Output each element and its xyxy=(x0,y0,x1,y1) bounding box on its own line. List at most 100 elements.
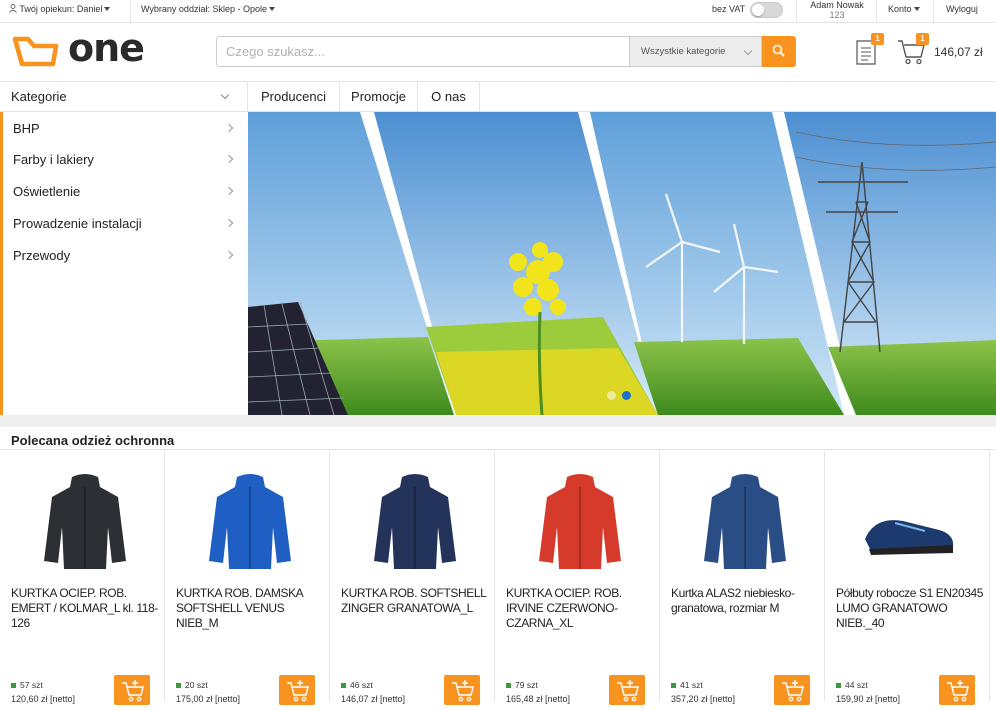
product-card[interactable]: KURTKA OCIEP. ROB. IRVINE CZERWONO-CZARN… xyxy=(495,451,660,705)
user-icon xyxy=(9,4,17,13)
product-image xyxy=(539,474,621,569)
caret-down-icon xyxy=(268,7,275,11)
logo-mark-icon xyxy=(12,36,59,67)
product-card[interactable]: KURTKA OCIEP. ROB. EMERT / KOLMAR_L kl. … xyxy=(0,451,165,705)
stock-indicator-icon xyxy=(671,683,676,688)
divider xyxy=(876,0,877,22)
product-image xyxy=(44,474,126,569)
product-name[interactable]: Półbuty robocze S1 EN20345 LUMO GRANATOW… xyxy=(836,586,984,631)
product-image xyxy=(704,474,786,569)
product-card[interactable]: KURTKA ROB. DAMSKA SOFTSHELL VENUS NIEB_… xyxy=(165,451,330,705)
sidebar-item-lighting[interactable]: Oświetlenie xyxy=(13,176,238,208)
product-name[interactable]: KURTKA OCIEP. ROB. IRVINE CZERWONO-CZARN… xyxy=(506,586,654,631)
nav-link-producers[interactable]: Producenci xyxy=(248,82,340,112)
caret-down-icon xyxy=(104,7,111,11)
stock-indicator-icon xyxy=(11,683,16,688)
product-price: 175,00 zł [netto] xyxy=(176,694,241,704)
nav-link-about[interactable]: O nas xyxy=(418,82,480,112)
chevron-down-icon xyxy=(220,90,230,100)
product-image xyxy=(865,520,954,555)
divider xyxy=(796,0,797,22)
stock-status: 79 szt xyxy=(506,680,538,690)
top-bar: Twój opiekun: Daniel Wybrany oddział: Sk… xyxy=(0,0,996,23)
vat-toggle[interactable] xyxy=(750,2,783,18)
documents-badge: 1 xyxy=(871,33,884,45)
search-input[interactable] xyxy=(216,36,630,67)
caretaker-label: Twój opiekun: Daniel xyxy=(19,4,103,14)
sidebar-item-installations[interactable]: Prowadzenie instalacji xyxy=(13,208,238,240)
sidebar-item-paints[interactable]: Farby i lakiery xyxy=(13,144,238,176)
carousel-dot-active[interactable] xyxy=(622,391,631,400)
carousel-dot[interactable] xyxy=(607,391,616,400)
user-name: Adam Nowak xyxy=(810,0,864,10)
logo-text: one xyxy=(68,26,145,70)
stock-quantity: 20 szt xyxy=(185,680,208,690)
chevron-right-icon xyxy=(224,123,234,133)
caret-down-icon xyxy=(913,7,920,11)
branch-dropdown[interactable]: Wybrany oddział: Sklep - Opole xyxy=(141,0,275,22)
documents-button[interactable]: 1 xyxy=(855,33,885,68)
categories-label: Kategorie xyxy=(11,89,67,104)
search-bar: Wszystkie kategorie xyxy=(216,36,796,67)
search-category-select[interactable]: Wszystkie kategorie xyxy=(629,36,762,67)
product-name[interactable]: KURTKA OCIEP. ROB. EMERT / KOLMAR_L kl. … xyxy=(11,586,159,631)
search-icon xyxy=(772,44,785,57)
stock-indicator-icon xyxy=(176,683,181,688)
product-card[interactable]: Kurtka ALAS2 niebiesko-granatowa, rozmia… xyxy=(660,451,825,705)
chevron-right-icon xyxy=(224,154,234,164)
stock-status: 20 szt xyxy=(176,680,208,690)
product-image xyxy=(209,474,291,569)
branch-label: Wybrany oddział: Sklep - Opole xyxy=(141,4,267,14)
hero-banner[interactable] xyxy=(248,112,996,415)
divider xyxy=(130,0,131,22)
energy-banner-image xyxy=(248,112,996,415)
sidebar-item-label: Przewody xyxy=(13,248,71,263)
section-divider xyxy=(0,415,996,427)
logo[interactable]: one xyxy=(12,26,152,70)
stock-quantity: 57 szt xyxy=(20,680,43,690)
sidebar-item-label: Prowadzenie instalacji xyxy=(13,216,142,231)
stock-status: 46 szt xyxy=(341,680,373,690)
stock-status: 57 szt xyxy=(11,680,43,690)
stock-quantity: 46 szt xyxy=(350,680,373,690)
divider xyxy=(933,0,934,22)
search-button[interactable] xyxy=(762,36,796,67)
main-nav: Kategorie Producenci Promocje O nas xyxy=(0,81,996,112)
search-category-label: Wszystkie kategorie xyxy=(641,46,726,57)
user-info[interactable]: Adam Nowak 123 xyxy=(798,0,876,22)
product-price: 159,90 zł [netto] xyxy=(836,694,901,704)
sidebar-item-label: Farby i lakiery xyxy=(13,152,94,167)
stock-status: 41 szt xyxy=(671,680,703,690)
chevron-right-icon xyxy=(224,250,234,260)
product-price: 120,60 zł [netto] xyxy=(11,694,76,704)
category-sidebar: BHP Farby i lakiery Oświetlenie Prowadze… xyxy=(0,112,248,415)
chevron-right-icon xyxy=(224,218,234,228)
sidebar-item-label: BHP xyxy=(13,121,40,136)
stock-indicator-icon xyxy=(506,683,511,688)
nav-link-promotions[interactable]: Promocje xyxy=(340,82,418,112)
product-card[interactable]: KURTKA ROB. SOFTSHELL ZINGER GRANATOWA_L… xyxy=(330,451,495,705)
user-id: 123 xyxy=(829,10,845,20)
caretaker-dropdown[interactable]: Twój opiekun: Daniel xyxy=(9,0,111,22)
product-card[interactable]: Półbuty robocze S1 EN20345 LUMO GRANATOW… xyxy=(825,451,990,705)
account-dropdown[interactable]: Konto xyxy=(888,0,920,22)
product-price: 357,20 zł [netto] xyxy=(671,694,736,704)
featured-section-title: Polecana odzież ochronna xyxy=(0,427,996,450)
stock-quantity: 41 szt xyxy=(680,680,703,690)
cart-total[interactable]: 146,07 zł xyxy=(934,45,983,59)
logout-link[interactable]: Wyloguj xyxy=(946,0,978,22)
sidebar-item-cables[interactable]: Przewody xyxy=(13,240,238,272)
stock-quantity: 44 szt xyxy=(845,680,868,690)
stock-quantity: 79 szt xyxy=(515,680,538,690)
product-name[interactable]: Kurtka ALAS2 niebiesko-granatowa, rozmia… xyxy=(671,586,819,616)
categories-dropdown[interactable]: Kategorie xyxy=(0,82,248,112)
toggle-knob xyxy=(752,4,764,16)
product-name[interactable]: KURTKA ROB. SOFTSHELL ZINGER GRANATOWA_L xyxy=(341,586,489,616)
product-image xyxy=(374,474,456,569)
product-price: 165,48 zł [netto] xyxy=(506,694,571,704)
sidebar-item-bhp[interactable]: BHP xyxy=(13,113,238,145)
product-name[interactable]: KURTKA ROB. DAMSKA SOFTSHELL VENUS NIEB_… xyxy=(176,586,324,631)
stock-indicator-icon xyxy=(836,683,841,688)
cart-badge: 1 xyxy=(916,33,929,45)
chevron-down-icon xyxy=(743,46,753,56)
